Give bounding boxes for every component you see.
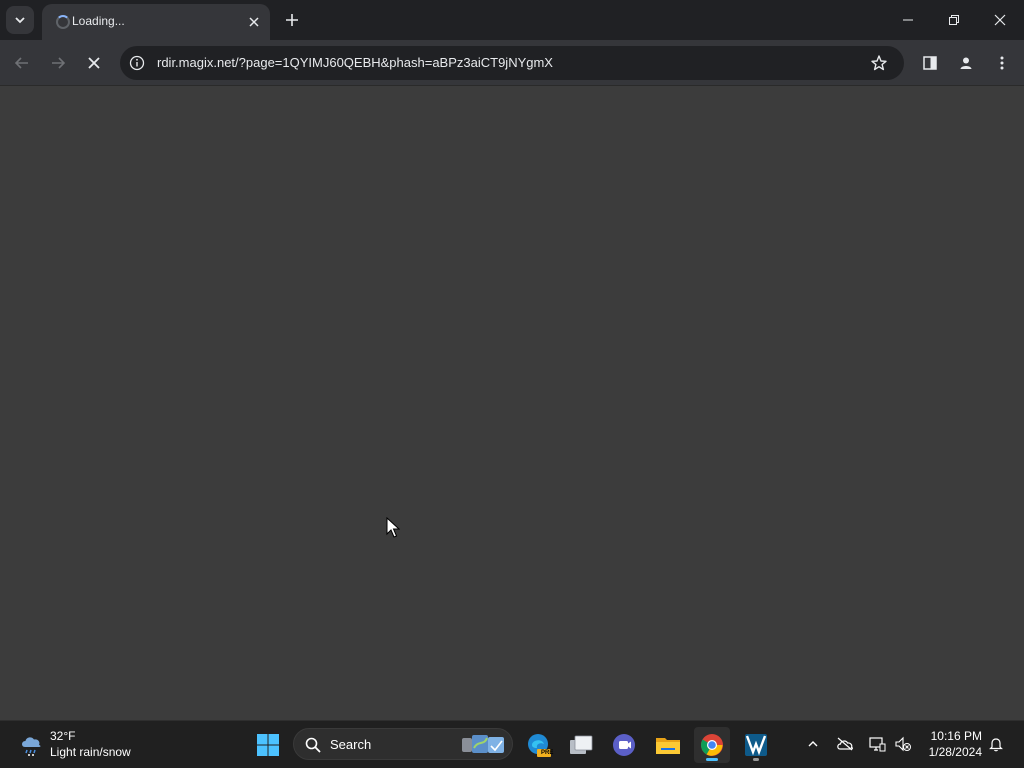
volume-muted-icon [895, 736, 911, 752]
more-vert-icon [1000, 56, 1004, 70]
browser-menu-button[interactable] [990, 51, 1014, 75]
chevron-down-icon [15, 17, 25, 24]
chevron-up-icon [808, 741, 818, 747]
teams-icon [613, 734, 635, 756]
taskbar-app-chrome[interactable] [694, 727, 730, 763]
search-label: Search [330, 737, 372, 752]
mouse-pointer-icon [386, 517, 400, 538]
new-tab-icon[interactable] [281, 9, 303, 31]
forward-arrow-icon [52, 57, 66, 69]
side-panel-icon [923, 56, 937, 70]
taskbar-app-edge-pre[interactable]: PRE [520, 727, 556, 763]
minimize-icon [903, 19, 913, 21]
url-text[interactable]: rdir.magix.net/?page=1QYIMJ60QEBH&phash=… [157, 55, 553, 70]
tab-title: Loading... [72, 14, 125, 28]
clock-date[interactable]: 1/28/2024 [916, 745, 982, 759]
notifications-button[interactable] [985, 733, 1007, 755]
network-tray-button[interactable] [866, 733, 888, 755]
close-icon [994, 14, 1006, 26]
close-tab-icon[interactable] [246, 14, 262, 30]
weather-temperature[interactable]: 32°F [50, 729, 75, 743]
back-arrow-icon [14, 57, 28, 69]
site-info-icon[interactable] [129, 55, 145, 71]
taskbar-app-vscode[interactable] [738, 727, 774, 763]
browser-toolbar: rdir.magix.net/?page=1QYIMJ60QEBH&phash=… [0, 40, 1024, 86]
taskbar-app-teams[interactable] [606, 727, 642, 763]
weather-condition[interactable]: Light rain/snow [50, 745, 131, 759]
forward-button[interactable] [46, 51, 70, 75]
close-window-button[interactable] [977, 0, 1023, 40]
chrome-icon [701, 734, 723, 756]
taskbar-app-file-explorer[interactable] [650, 727, 686, 763]
active-app-indicator [706, 758, 718, 761]
stop-loading-button[interactable] [82, 51, 106, 75]
bookmark-star-icon[interactable] [870, 54, 888, 72]
taskbar-search-box[interactable]: Search [293, 728, 513, 760]
taskbar-app-task-view[interactable] [563, 727, 599, 763]
page-content[interactable] [0, 86, 1024, 720]
onedrive-offline-icon [837, 737, 853, 751]
side-panel-button[interactable] [918, 51, 942, 75]
show-hidden-icons-button[interactable] [802, 733, 824, 755]
vscode-icon [745, 734, 767, 756]
loading-spinner-icon [56, 15, 70, 29]
bell-icon [989, 738, 1003, 752]
search-highlight-icon [462, 735, 504, 753]
clock-time[interactable]: 10:16 PM [926, 729, 982, 743]
stop-icon [88, 57, 100, 69]
weather-rain-snow-icon[interactable] [18, 730, 46, 758]
volume-tray-button[interactable] [892, 733, 914, 755]
restore-icon [949, 15, 959, 25]
tab-search-button[interactable] [6, 6, 34, 34]
network-icon [869, 737, 886, 752]
restore-button[interactable] [931, 0, 977, 40]
address-bar[interactable]: rdir.magix.net/?page=1QYIMJ60QEBH&phash=… [120, 46, 904, 80]
windows-start-icon[interactable] [256, 733, 280, 757]
edge-pre-badge: PRE [541, 750, 554, 756]
minimize-button[interactable] [885, 0, 931, 40]
taskbar: 32°F Light rain/snow Search PRE 10:16 PM… [0, 720, 1024, 768]
onedrive-tray-button[interactable] [834, 733, 856, 755]
running-app-indicator [753, 758, 759, 761]
search-icon [305, 737, 321, 753]
title-bar: Loading... [0, 0, 1024, 40]
back-button[interactable] [10, 51, 34, 75]
profile-button[interactable] [954, 51, 978, 75]
browser-tab[interactable]: Loading... [42, 4, 270, 40]
task-view-icon [570, 735, 593, 754]
file-explorer-icon [656, 738, 680, 754]
profile-avatar-icon [960, 57, 972, 69]
